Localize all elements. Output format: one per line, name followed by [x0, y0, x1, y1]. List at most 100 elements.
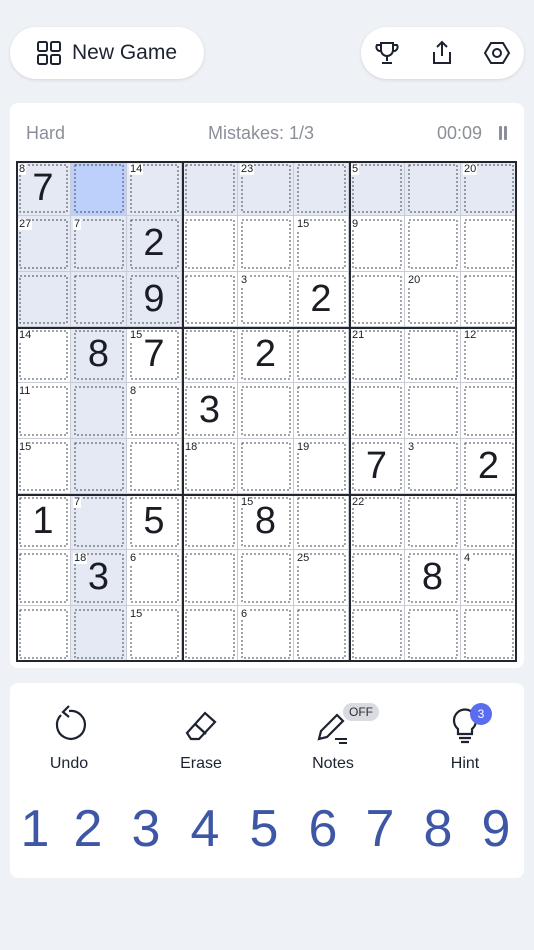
board-cell[interactable] — [349, 383, 405, 439]
cage-sum: 5 — [351, 163, 360, 175]
cage-sum: 19 — [296, 441, 311, 453]
board-cell[interactable] — [405, 216, 461, 272]
board-cell[interactable] — [238, 216, 294, 272]
hint-button[interactable]: 3 Hint — [420, 703, 510, 783]
board-cell[interactable] — [182, 216, 238, 272]
board-cell[interactable] — [294, 383, 349, 439]
cage-sum: 6 — [129, 552, 138, 564]
cell-value — [238, 216, 293, 271]
board-cell[interactable] — [405, 327, 461, 383]
cage-sum: 25 — [296, 552, 311, 564]
pause-icon[interactable] — [499, 126, 507, 140]
board-cell[interactable] — [127, 439, 182, 494]
cell-value — [238, 550, 293, 605]
board-cell[interactable] — [182, 550, 238, 606]
numpad-7-button[interactable]: 7 — [355, 799, 405, 859]
cell-value — [71, 439, 126, 493]
numpad-2-button[interactable]: 2 — [63, 799, 113, 859]
numpad-8-button[interactable]: 8 — [413, 799, 463, 859]
board-cell[interactable] — [16, 272, 71, 327]
board-cell[interactable] — [71, 383, 127, 439]
timer: 00:09 — [437, 123, 483, 143]
cell-value — [71, 383, 126, 438]
notes-button[interactable]: OFF Notes — [288, 703, 379, 783]
cell-value: 3 — [198, 389, 221, 431]
board-cell[interactable]: 1 — [16, 494, 71, 550]
cage-sum: 14 — [129, 163, 144, 175]
cell-value — [182, 272, 237, 326]
cage-sum: 15 — [18, 441, 33, 453]
cage-sum: 12 — [463, 329, 478, 341]
board-cell[interactable] — [71, 606, 127, 662]
board-cell[interactable]: 2 — [127, 216, 182, 272]
cage-sum: 7 — [73, 218, 82, 230]
board-cell[interactable] — [405, 494, 461, 550]
settings-hexagon-icon[interactable] — [483, 39, 511, 67]
numpad-6-button[interactable]: 6 — [298, 799, 348, 859]
board-cell[interactable] — [182, 272, 238, 327]
board-cell[interactable] — [71, 439, 127, 494]
top-bar: New Game — [0, 0, 534, 100]
board-cell[interactable]: 2 — [238, 327, 294, 383]
board-cell[interactable] — [16, 550, 71, 606]
board-cell[interactable] — [71, 272, 127, 327]
board-cell[interactable] — [405, 161, 461, 216]
cell-value: 9 — [143, 277, 165, 320]
board-cell[interactable] — [71, 161, 127, 216]
numpad-5-button[interactable]: 5 — [239, 799, 289, 859]
board-cell[interactable] — [461, 606, 517, 662]
board-cell[interactable] — [16, 606, 71, 662]
board-cell[interactable] — [294, 606, 349, 662]
board-cell[interactable]: 5 — [127, 494, 182, 550]
board-cell[interactable] — [182, 327, 238, 383]
cage-sum: 15 — [296, 218, 311, 230]
board-cell[interactable] — [461, 494, 517, 550]
erase-button[interactable]: Erase — [156, 703, 246, 783]
cage-sum: 14 — [18, 329, 33, 341]
new-game-button[interactable]: New Game — [10, 27, 204, 79]
numpad-4-button[interactable]: 4 — [180, 799, 230, 859]
grid-icon — [37, 41, 61, 65]
board-cell[interactable] — [461, 272, 517, 327]
board-cell[interactable] — [349, 550, 405, 606]
board-cell[interactable]: 8 — [71, 327, 127, 383]
header-icon-group — [361, 27, 524, 79]
board-cell[interactable] — [238, 550, 294, 606]
cell-value — [461, 494, 516, 549]
sudoku-board: 7 2 9 2 8 7 2 3 7 2 1 5 8 3 8 8 14 23 5 20 27 7 15 9 3 20 14 15 21 12… — [16, 161, 517, 662]
numpad-9-button[interactable]: 9 — [471, 799, 521, 859]
board-cell[interactable] — [349, 272, 405, 327]
cage-sum: 7 — [73, 496, 82, 508]
board-cell[interactable] — [238, 383, 294, 439]
number-pad: 123456789 — [10, 799, 524, 859]
board-cell[interactable]: 2 — [461, 439, 517, 494]
board-cell[interactable] — [405, 383, 461, 439]
board-cell[interactable] — [238, 439, 294, 494]
undo-button[interactable]: Undo — [24, 703, 114, 783]
numpad-1-button[interactable]: 1 — [10, 799, 60, 859]
cell-value: 8 — [421, 556, 444, 598]
share-icon[interactable] — [428, 39, 456, 67]
board-cell[interactable]: 7 — [349, 439, 405, 494]
board-cell[interactable]: 9 — [127, 272, 182, 327]
cell-value — [238, 383, 293, 438]
board-cell[interactable] — [294, 161, 349, 216]
cell-value — [461, 216, 516, 271]
trophy-icon[interactable] — [373, 39, 401, 67]
numpad-3-button[interactable]: 3 — [121, 799, 171, 859]
cage-sum: 8 — [129, 385, 138, 397]
board-cell[interactable] — [461, 383, 517, 439]
new-game-label: New Game — [72, 41, 178, 64]
board-cell[interactable]: 2 — [294, 272, 349, 327]
board-cell[interactable] — [182, 606, 238, 662]
status-row: Hard Mistakes: 1/3 00:09 — [10, 121, 524, 145]
board-cell[interactable]: 8 — [405, 550, 461, 606]
board-cell[interactable] — [182, 161, 238, 216]
board-cell[interactable] — [349, 606, 405, 662]
board-cell[interactable] — [182, 494, 238, 550]
board-cell[interactable]: 3 — [182, 383, 238, 439]
board-cell[interactable] — [294, 494, 349, 550]
board-cell[interactable] — [405, 606, 461, 662]
board-cell[interactable] — [461, 216, 517, 272]
board-cell[interactable] — [294, 327, 349, 383]
